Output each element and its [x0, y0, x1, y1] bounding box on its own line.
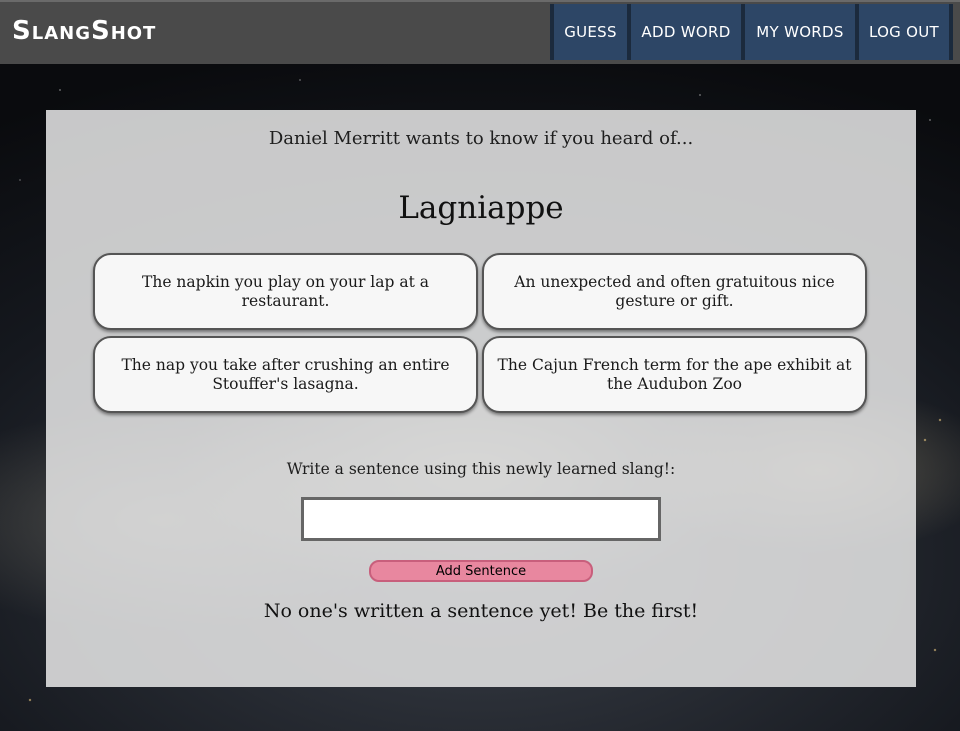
answer-choice-text: An unexpected and often gratuitous nice … — [514, 272, 835, 310]
nav-log-out-button[interactable]: LOG OUT — [855, 4, 949, 60]
sentence-label: Write a sentence using this newly learne… — [286, 460, 676, 478]
sentence-input[interactable] — [301, 497, 661, 541]
answer-choice-1[interactable]: The napkin you play on your lap at a res… — [93, 253, 478, 330]
slang-word: Lagniappe — [398, 190, 564, 226]
answer-choice-2[interactable]: An unexpected and often gratuitous nice … — [482, 253, 867, 330]
nav-guess-button[interactable]: GUESS — [550, 4, 627, 60]
nav-links: GUESS ADD WORD MY WORDS LOG OUT — [550, 4, 960, 60]
add-sentence-button[interactable]: Add Sentence — [369, 560, 593, 582]
no-sentences-message: No one's written a sentence yet! Be the … — [263, 600, 699, 622]
top-navbar: SlangShot GUESS ADD WORD MY WORDS LOG OU… — [0, 0, 960, 64]
nav-end-cap — [949, 4, 960, 60]
nav-my-words-button[interactable]: MY WORDS — [741, 4, 855, 60]
quiz-prompt: Daniel Merritt wants to know if you hear… — [268, 128, 694, 149]
answer-choice-text: The Cajun French term for the ape exhibi… — [497, 355, 852, 393]
nav-add-word-button[interactable]: ADD WORD — [627, 4, 741, 60]
brand-logo[interactable]: SlangShot — [12, 16, 156, 46]
answer-choice-text: The nap you take after crushing an entir… — [121, 355, 450, 393]
quiz-panel: Daniel Merritt wants to know if you hear… — [46, 110, 916, 687]
answer-choice-text: The napkin you play on your lap at a res… — [142, 272, 429, 310]
answer-choice-3[interactable]: The nap you take after crushing an entir… — [93, 336, 478, 413]
answer-choice-4[interactable]: The Cajun French term for the ape exhibi… — [482, 336, 867, 413]
